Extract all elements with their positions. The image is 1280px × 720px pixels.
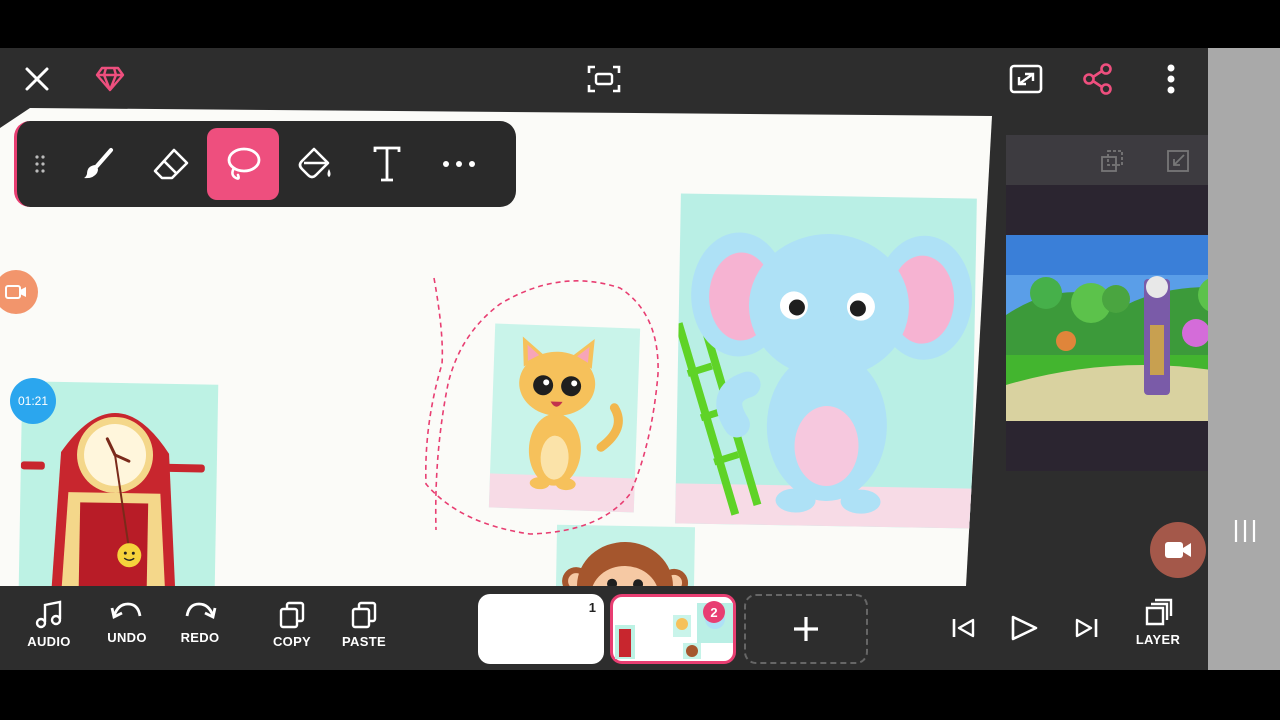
letterbox-bottom	[0, 670, 1280, 720]
park-scene-preview	[1006, 235, 1208, 421]
record-button[interactable]	[1150, 522, 1206, 578]
close-icon[interactable]	[15, 57, 59, 101]
frame-number-badge: 2	[703, 601, 725, 623]
paint-bucket-icon	[298, 147, 331, 179]
more-tools[interactable]	[423, 128, 495, 200]
last-frame-button[interactable]	[1068, 610, 1104, 646]
paste-icon	[351, 601, 377, 629]
paste-button[interactable]: PASTE	[329, 600, 399, 649]
text-tool[interactable]	[351, 128, 423, 200]
letterbox-top	[0, 0, 1280, 48]
redo-button[interactable]: REDO	[165, 600, 235, 645]
fit-screen-icon[interactable]	[582, 57, 626, 101]
video-camera-icon	[1165, 542, 1191, 558]
diamond-icon[interactable]	[88, 57, 132, 101]
layer-button[interactable]: LAYER	[1123, 598, 1193, 647]
music-note-icon	[35, 600, 62, 629]
preview-header	[1006, 135, 1208, 185]
bottom-toolbar: AUDIO UNDO REDO COPY PASTE 1 2 LAYER	[0, 586, 1208, 670]
more-horizontal-icon	[443, 161, 475, 167]
video-camera-icon	[5, 285, 26, 299]
eraser-tool[interactable]	[135, 128, 207, 200]
skip-back-icon	[952, 618, 975, 638]
redo-label: REDO	[180, 630, 220, 645]
undo-button[interactable]: UNDO	[92, 600, 162, 645]
system-side-strip	[1208, 48, 1280, 670]
drag-handle-icon[interactable]	[17, 154, 63, 174]
brush-tool[interactable]	[63, 128, 135, 200]
copy-frame-icon[interactable]	[1098, 147, 1126, 175]
audio-button[interactable]: AUDIO	[14, 600, 84, 649]
audio-label: AUDIO	[27, 634, 71, 649]
animation-editor: 01:21 AUDIO UNDO REDO COPY PASTE 1 2 LAY…	[0, 48, 1208, 670]
frame-thumbnail-1[interactable]: 1	[478, 594, 604, 664]
lasso-icon	[227, 147, 261, 180]
layers-icon	[1145, 598, 1173, 626]
eraser-icon	[153, 148, 189, 180]
paste-label: PASTE	[342, 634, 386, 649]
frame-number: 1	[588, 600, 596, 615]
more-vertical-icon[interactable]	[1149, 57, 1193, 101]
brush-icon	[84, 148, 113, 179]
layer-label: LAYER	[1135, 632, 1181, 647]
elephant-image[interactable]	[675, 193, 977, 529]
copy-icon	[279, 601, 305, 629]
expand-icon[interactable]	[1004, 57, 1048, 101]
recent-apps-icon[interactable]	[1232, 518, 1258, 544]
reference-preview-panel[interactable]	[1006, 135, 1208, 471]
play-button[interactable]	[1006, 610, 1042, 646]
shrink-icon[interactable]	[1164, 147, 1192, 175]
undo-icon	[110, 602, 142, 620]
copy-label: COPY	[272, 634, 312, 649]
drawing-toolbar	[14, 121, 516, 207]
fill-tool[interactable]	[279, 128, 351, 200]
copy-button[interactable]: COPY	[257, 600, 327, 649]
share-icon[interactable]	[1076, 57, 1120, 101]
undo-label: UNDO	[107, 630, 147, 645]
recording-timer[interactable]: 01:21	[10, 378, 56, 424]
skip-forward-icon	[1075, 618, 1098, 638]
add-frame-button[interactable]	[744, 594, 868, 664]
recording-timer-label: 01:21	[17, 394, 49, 408]
lasso-tool[interactable]	[207, 128, 279, 200]
first-frame-button[interactable]	[946, 610, 982, 646]
lasso-selection-path[interactable]	[420, 274, 670, 554]
plus-icon	[794, 617, 818, 641]
redo-icon	[185, 602, 217, 620]
text-icon	[373, 146, 401, 182]
play-icon	[1011, 615, 1038, 641]
frame-thumbnail-2[interactable]: 2	[610, 594, 736, 664]
